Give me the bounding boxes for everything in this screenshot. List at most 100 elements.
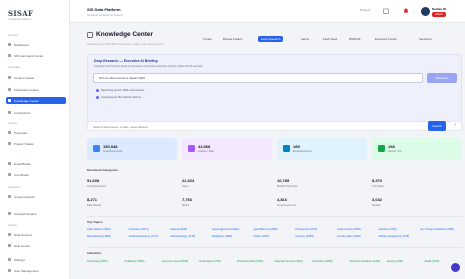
stat-label: Total Documents [103, 150, 123, 153]
category-item[interactable]: 16,785 Media Transcripts [277, 178, 367, 194]
sidebar-item-data-sources[interactable]: Data Sources [6, 231, 66, 238]
category-item[interactable]: 7,766 Books [182, 197, 272, 213]
present-button[interactable]: Present [360, 8, 370, 12]
topic-chip[interactable]: Retail Sales (4730) [200, 260, 221, 265]
outreach-icon [8, 212, 11, 215]
topic-chip[interactable]: bilateral (3345) [170, 228, 187, 233]
stat-card-total-documents: 150,548 Total Documents [87, 138, 177, 160]
category-item[interactable]: 8,370 Trip Notes [372, 178, 462, 194]
toolbar-deep-research-button[interactable]: Deep Research [258, 36, 284, 42]
toolbar-ask-ai-button[interactable]: Ask AI [298, 36, 312, 42]
topic-chip[interactable]: Intellectual property (1771) [129, 235, 159, 240]
category-label: Studies [372, 204, 381, 207]
topic-chip[interactable]: Technology (8467) [87, 260, 108, 265]
sidebar-item-label: Settings [14, 257, 25, 262]
category-item[interactable]: 3,042 Studies [372, 197, 462, 213]
calendar-icon[interactable] [383, 8, 389, 14]
topic-chip[interactable]: elections (2178) [379, 228, 397, 233]
sidebar-item-label: User Management [14, 268, 39, 273]
topic-chip[interactable]: Manufacturing (1850) [87, 235, 111, 240]
category-label: Correspondence [87, 185, 107, 188]
topic-chip[interactable]: security policy (1520) [337, 235, 361, 240]
topic-chip[interactable]: trade relations (4602) [87, 228, 111, 233]
sidebar-item-label: Project Tracker [14, 141, 35, 146]
search-input[interactable] [93, 123, 413, 130]
topic-chip[interactable]: Telecommunications (2460) [350, 260, 381, 265]
category-item[interactable]: 91,608 Correspondence [87, 178, 177, 194]
sidebar-item-label: Content Viewer [14, 75, 35, 80]
toolbar-browse-folders-button[interactable]: Browse Folders [220, 36, 245, 42]
bell-icon[interactable] [403, 8, 409, 14]
topic-chip[interactable]: economy (1554) [295, 235, 313, 240]
topic-chip[interactable]: investment (3571) [129, 228, 149, 233]
sidebar-item-content-viewer[interactable]: Content Viewer [6, 74, 66, 81]
research-query-input[interactable] [93, 73, 423, 83]
sidebar-item-outreach-engine[interactable]: Outreach Engine [6, 210, 66, 217]
topic-chip[interactable]: Citizen (1667) [254, 235, 270, 240]
assistant-chat-button[interactable] [451, 263, 460, 272]
sidebar-item-settings[interactable]: Settings [6, 256, 66, 263]
sidebar-item-dashboard[interactable]: Dashboard [6, 41, 66, 48]
sidebar-item-live-briefer[interactable]: Live Briefer [6, 171, 66, 178]
topic-chip[interactable]: export agreement (3011) [212, 228, 239, 233]
sidebar-item-user-management[interactable]: User Management [6, 267, 66, 274]
topic-chip[interactable]: Global strategy (1740) [170, 235, 195, 240]
sidebar-item-issues-network[interactable]: Issues Network [6, 193, 66, 200]
category-value: 3,042 [372, 197, 383, 202]
category-value: 22,323 [182, 178, 195, 183]
sidebar-item-email-books[interactable]: Email Books [6, 160, 66, 167]
topic-chip[interactable]: agen/Planning (2830) [254, 228, 278, 233]
lookup-icon [8, 88, 11, 91]
toolbar-economic-trends-button[interactable]: Economic Trends [372, 36, 400, 42]
sidebar-item-label: Email Books [14, 161, 31, 166]
sidebar-item-participant-lookup[interactable]: Participant Lookup [6, 86, 66, 93]
user-role-badge: ADMIN [432, 12, 446, 17]
topic-chip[interactable]: Global management (1476) [379, 235, 409, 240]
sidebar-item-list-explorer[interactable]: List Explorer [6, 109, 66, 116]
topic-chip[interactable]: Regulatory (1685) [212, 235, 232, 240]
topic-chip[interactable]: Prod groups (2722) [295, 228, 317, 233]
category-label: Media Transcripts [277, 185, 298, 188]
topic-chip[interactable]: tax / foreign institutions (2005) [420, 228, 454, 233]
sidebar-item-proposals[interactable]: Proposals [6, 129, 66, 136]
divider [87, 216, 462, 217]
sidebar-item-label: Participant Lookup [14, 87, 39, 92]
database-icon [8, 233, 11, 236]
topic-chip[interactable]: Financial Services (3312) [275, 260, 303, 265]
category-item[interactable]: 8,271 Data Sheets [87, 197, 177, 213]
topic-chip[interactable]: Pharmaceuticals (3751) [237, 260, 263, 265]
research-submit-button[interactable]: Research [427, 73, 457, 83]
topic-chip[interactable]: Consumer Good (5160) [162, 260, 188, 265]
category-item[interactable]: 22,323 News [182, 178, 272, 194]
topic-chip[interactable]: Healthcare (5950) [125, 260, 145, 265]
toolbar-rss-button[interactable]: RSS/CSL [346, 36, 364, 42]
toolbar-trends-button[interactable]: Trends [200, 36, 215, 42]
toolbar-fetch-feed-button[interactable]: Fetch Feed [320, 36, 340, 42]
search-button[interactable]: Search [428, 121, 446, 131]
sidebar-item-command-center[interactable]: SIS Command Center [6, 52, 66, 59]
sidebar-section-operations: Operations [8, 186, 20, 189]
proposal-icon [8, 131, 11, 134]
category-item[interactable]: 4,816 Government Info [277, 197, 367, 213]
stat-label: Articles / Web [198, 150, 214, 153]
article-icon [188, 145, 195, 152]
sidebar: SISAF Intelligence Platform Overview Das… [0, 0, 70, 279]
sidebar-item-project-tracker[interactable]: Project Tracker [6, 140, 66, 147]
sidebar-section-settings: Settings [8, 224, 17, 227]
category-value: 8,271 [87, 197, 98, 202]
categories-title: Document Categories [87, 168, 119, 172]
topic-chip[interactable]: Media (1976) [425, 260, 440, 265]
topic-chip[interactable]: Automotive (2855) [312, 260, 332, 265]
topic-chip[interactable]: social security (2590) [337, 228, 361, 233]
sidebar-item-knowledge-center[interactable]: Knowledge Center [6, 97, 66, 104]
sidebar-item-help-center[interactable]: Help Center [6, 242, 66, 249]
sidebar-item-label: SIS Command Center [14, 53, 44, 58]
help-icon [8, 244, 11, 247]
topic-chip[interactable]: Energy (2193) [387, 260, 403, 265]
research-status-item: Analyzing top 50 matches with AI... [96, 96, 143, 99]
email-icon [8, 162, 11, 165]
help-icon[interactable]: ? [454, 122, 456, 127]
toolbar-sentiment-button[interactable]: Sentiment [416, 36, 435, 42]
avatar[interactable] [421, 7, 430, 16]
search-bar [87, 121, 462, 131]
